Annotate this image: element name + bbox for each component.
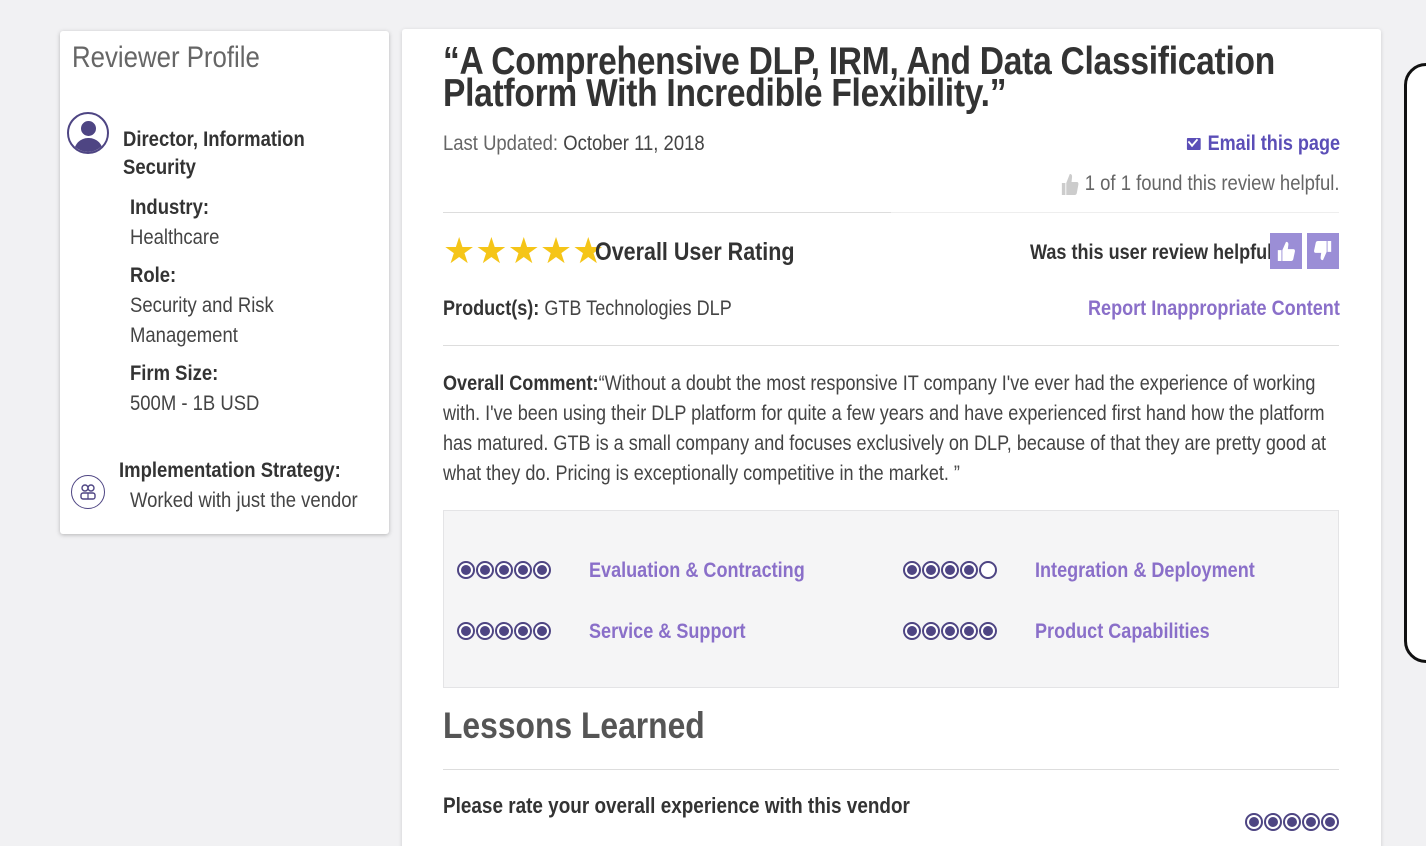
rating-circles — [457, 561, 551, 579]
filled-circle-icon — [941, 622, 959, 640]
divider — [443, 345, 1339, 346]
role-label: Role: — [130, 264, 177, 287]
filled-circle-icon — [457, 561, 475, 579]
filled-circle-icon — [903, 622, 921, 640]
vendor-experience-rating — [1245, 813, 1339, 831]
last-updated: Last Updated: October 11, 2018 — [443, 132, 705, 156]
rating-product-capabilities — [903, 622, 997, 640]
overall-comment: Overall Comment:“Without a doubt the mos… — [443, 369, 1337, 489]
filled-circle-icon — [533, 561, 551, 579]
rating-label-capabilities[interactable]: Product Capabilities — [1035, 620, 1210, 644]
filled-circle-icon — [514, 561, 532, 579]
filled-circle-icon — [1283, 813, 1301, 831]
products-value: GTB Technologies DLP — [544, 297, 732, 320]
empty-circle-icon — [979, 561, 997, 579]
filled-circle-icon — [941, 561, 959, 579]
last-updated-date: October 11, 2018 — [563, 132, 705, 155]
people-group-icon — [71, 475, 105, 509]
divider — [443, 212, 891, 213]
reviewer-profile-card: Reviewer Profile Director, Information S… — [60, 31, 389, 534]
firm-size-label: Firm Size: — [130, 362, 219, 385]
rating-circles — [1245, 813, 1339, 831]
star-icon: ★ — [539, 230, 573, 271]
filled-circle-icon — [960, 622, 978, 640]
vote-helpful-button[interactable] — [1270, 233, 1302, 269]
filled-circle-icon — [495, 622, 513, 640]
divider — [891, 212, 1339, 213]
thumbs-down-icon — [1314, 241, 1332, 261]
lessons-learned-heading: Lessons Learned — [443, 705, 705, 746]
rating-integration-deployment — [903, 561, 997, 579]
filled-circle-icon — [979, 622, 997, 640]
comment-label: Overall Comment: — [443, 372, 599, 395]
rating-label-service[interactable]: Service & Support — [589, 620, 746, 644]
filled-circle-icon — [476, 622, 494, 640]
filled-circle-icon — [903, 561, 921, 579]
star-icon: ★ — [475, 230, 508, 271]
report-content-link[interactable]: Report Inappropriate Content — [1088, 297, 1340, 321]
rating-circles — [903, 561, 997, 579]
thumbs-up-icon — [1277, 241, 1295, 261]
email-page-link[interactable]: Email this page — [1186, 132, 1340, 156]
reviewer-job-title: Director, Information Security — [123, 128, 305, 179]
helpful-question: Was this user review helpful? — [1030, 241, 1284, 264]
envelope-icon — [1186, 138, 1201, 150]
overall-rating-label: Overall User Rating — [595, 238, 795, 266]
firm-size-value: 500M - 1B USD — [130, 392, 260, 415]
filled-circle-icon — [457, 622, 475, 640]
filled-circle-icon — [922, 561, 940, 579]
rating-label-integration[interactable]: Integration & Deployment — [1035, 559, 1255, 583]
industry-value: Healthcare — [130, 226, 220, 249]
email-page-label: Email this page — [1207, 132, 1340, 155]
vote-unhelpful-button[interactable] — [1307, 233, 1339, 269]
divider — [443, 769, 1339, 770]
side-panel — [1404, 63, 1426, 663]
rating-circles — [903, 622, 997, 640]
filled-circle-icon — [960, 561, 978, 579]
filled-circle-icon — [476, 561, 494, 579]
review-title: “A Comprehensive DLP, IRM, And Data Clas… — [443, 40, 1275, 115]
filled-circle-icon — [514, 622, 532, 640]
rating-label-evaluation[interactable]: Evaluation & Contracting — [589, 559, 805, 583]
rating-evaluation-contracting — [457, 561, 551, 579]
industry-label: Industry: — [130, 196, 210, 219]
rating-service-support — [457, 622, 551, 640]
filled-circle-icon — [1245, 813, 1263, 831]
user-avatar-icon — [67, 112, 109, 154]
filled-circle-icon — [922, 622, 940, 640]
filled-circle-icon — [1302, 813, 1320, 831]
products: Product(s): GTB Technologies DLP — [443, 297, 732, 321]
last-updated-label: Last Updated: — [443, 132, 559, 155]
profile-heading: Reviewer Profile — [72, 41, 260, 74]
products-label: Product(s): — [443, 297, 540, 320]
vendor-experience-question: Please rate your overall experience with… — [443, 793, 910, 818]
filled-circle-icon — [495, 561, 513, 579]
star-icon: ★ — [507, 230, 540, 271]
role-value: Security and Risk Management — [130, 294, 274, 347]
helpful-count-text: 1 of 1 found this review helpful. — [1085, 172, 1340, 195]
review-card: “A Comprehensive DLP, IRM, And Data Clas… — [402, 29, 1381, 846]
helpful-count: 1 of 1 found this review helpful. — [1061, 172, 1340, 196]
implementation-strategy-label: Implementation Strategy: — [119, 459, 341, 482]
filled-circle-icon — [1321, 813, 1339, 831]
filled-circle-icon — [533, 622, 551, 640]
implementation-strategy-value: Worked with just the vendor — [130, 489, 358, 512]
rating-circles — [457, 622, 551, 640]
thumbs-up-icon — [1062, 174, 1079, 195]
category-ratings: Evaluation & Contracting Integration & D… — [443, 510, 1339, 688]
filled-circle-icon — [1264, 813, 1282, 831]
star-icon: ★ — [443, 230, 476, 271]
overall-star-rating: ★ ★ ★ ★ ★ — [443, 233, 604, 269]
